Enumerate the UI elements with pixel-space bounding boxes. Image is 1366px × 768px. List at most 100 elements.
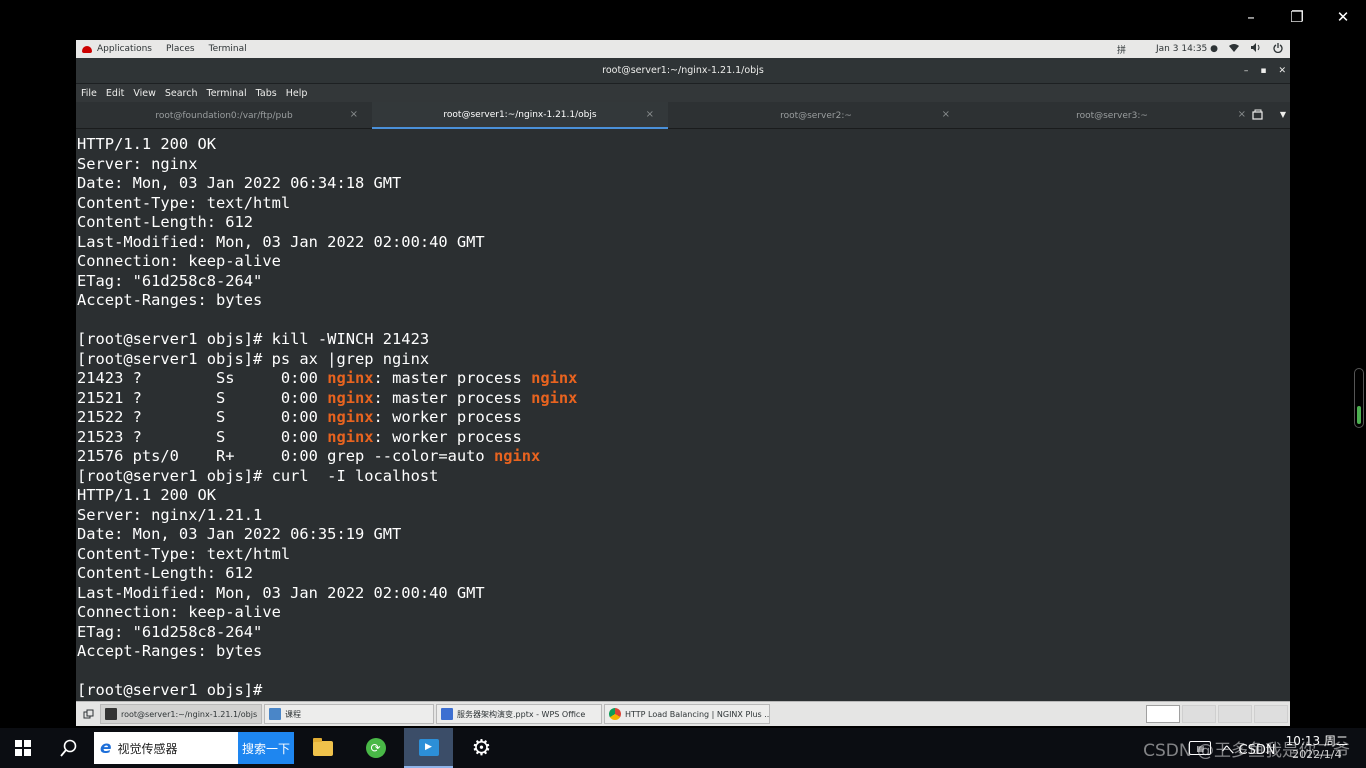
terminal-text: : worker process [373, 427, 522, 446]
taskbar-settings[interactable]: ⚙ [457, 728, 506, 768]
workspace-4[interactable] [1254, 705, 1288, 723]
menu-search[interactable]: Search [165, 88, 198, 99]
chrome-icon [609, 708, 621, 720]
windows-logo-icon [15, 740, 31, 756]
workspace-3[interactable] [1218, 705, 1252, 723]
terminal-line: [root@server1 objs]# curl -I localhost [77, 466, 438, 486]
tab-foundation0[interactable]: root@foundation0:/var/ftp/pub × [76, 102, 372, 129]
tab-server2[interactable]: root@server2:~ × [668, 102, 964, 129]
grep-match: nginx [493, 447, 541, 465]
window-title: root@server1:~/nginx-1.21.1/objs [602, 65, 764, 76]
input-method-indicator[interactable]: 拼 [1117, 43, 1126, 56]
window-list-label: root@server1:~/nginx-1.21.1/objs [121, 709, 258, 719]
terminal-line: Last-Modified: Mon, 03 Jan 2022 02:00:40… [77, 232, 485, 252]
workspace-2[interactable] [1182, 705, 1216, 723]
player-minimize-button[interactable]: – [1228, 0, 1274, 34]
terminal-text: : master process [373, 388, 532, 407]
menu-file[interactable]: File [81, 88, 97, 99]
grep-match: nginx [327, 427, 374, 446]
menu-edit[interactable]: Edit [106, 88, 124, 99]
terminal-text: Content-Length: 612 [77, 213, 254, 231]
window-list-bar: root@server1:~/nginx-1.21.1/objs 课程 服务器架… [76, 701, 1290, 726]
tab-server3[interactable]: root@server3:~ × [964, 102, 1260, 129]
taskbar-browser[interactable]: ⟳ [351, 728, 400, 768]
player-window-controls: – ❐ ✕ [1228, 0, 1366, 34]
network-icon[interactable] [1228, 43, 1240, 55]
browser-icon: ⟳ [365, 738, 386, 758]
grep-match: nginx [327, 388, 374, 407]
redhat-icon [82, 45, 92, 53]
applications-label: Applications [97, 44, 152, 54]
terminal-text: Content-Type: text/html [77, 544, 291, 563]
menu-help[interactable]: Help [286, 88, 308, 99]
terminal-text: Server: nginx [77, 154, 198, 173]
taskbar-file-explorer[interactable] [298, 728, 347, 768]
terminal-line: 21522 ? S 0:00 nginx: worker process [77, 407, 522, 427]
terminal-line: Date: Mon, 03 Jan 2022 06:34:18 GMT [77, 173, 401, 193]
terminal-text: Server: nginx/1.21.1 [77, 505, 263, 524]
terminal-line: Last-Modified: Mon, 03 Jan 2022 02:00:40… [77, 583, 485, 603]
terminal-text: Last-Modified: Mon, 03 Jan 2022 02:00:40… [77, 583, 485, 602]
player-close-button[interactable]: ✕ [1320, 0, 1366, 34]
clock[interactable]: Jan 3 14:35 ● [1156, 44, 1218, 54]
show-desktop-icon[interactable] [76, 702, 100, 727]
tab-close-icon[interactable]: × [646, 109, 654, 120]
menu-tabs[interactable]: Tabs [256, 88, 277, 99]
terminal-tabs: root@foundation0:/var/ftp/pub × root@ser… [76, 102, 1290, 129]
places-menu[interactable]: Places [166, 44, 195, 54]
terminal-titlebar: root@server1:~/nginx-1.21.1/objs – ▪ ✕ [76, 58, 1290, 84]
csdn-watermark: CSDN @王多鱼我是你二爷 [1143, 741, 1350, 761]
terminal-text: Content-Type: text/html [77, 193, 291, 212]
window-list-label: 课程 [285, 709, 301, 719]
menu-view[interactable]: View [133, 88, 156, 99]
grep-match: nginx [531, 388, 578, 407]
search-button[interactable]: 搜索一下 [238, 732, 294, 764]
window-list-label: 服务器架构演变.pptx - WPS Office [457, 709, 586, 719]
taskbar-video-player[interactable]: ▶ [404, 728, 453, 768]
terminal-line: Accept-Ranges: bytes [77, 290, 262, 310]
search-icon[interactable] [46, 728, 92, 768]
workspace-1[interactable] [1146, 705, 1180, 723]
player-volume-scrollbar[interactable] [1354, 368, 1364, 428]
terminal-line: Content-Type: text/html [77, 193, 290, 213]
terminal-line: [root@server1 objs]# ps ax |grep nginx [77, 349, 429, 369]
window-list-item[interactable]: HTTP Load Balancing | NGINX Plus ... [604, 704, 770, 724]
tab-close-icon[interactable]: × [942, 109, 950, 120]
tab-server1[interactable]: root@server1:~/nginx-1.21.1/objs × [372, 102, 668, 129]
places-label: Places [165, 44, 195, 54]
window-list-item[interactable]: 课程 [264, 704, 434, 724]
terminal-app-label: Terminal [208, 44, 247, 54]
terminal-text: HTTP/1.1 200 OK [77, 486, 216, 504]
terminal-text: 21521 ? S 0:00 [77, 388, 328, 407]
terminal-text: ETag: "61d258c8-264" [77, 271, 263, 290]
gear-icon: ⚙ [471, 735, 492, 761]
scrollbar-thumb[interactable] [1357, 406, 1361, 424]
window-minimize-button[interactable]: – [1244, 66, 1249, 76]
window-close-button[interactable]: ✕ [1278, 66, 1286, 76]
terminal-text: Accept-Ranges: bytes [77, 291, 263, 309]
applications-menu[interactable]: Applications [82, 44, 152, 54]
window-list-item[interactable]: 服务器架构演变.pptx - WPS Office [436, 704, 602, 724]
terminal-line: Accept-Ranges: bytes [77, 641, 262, 661]
new-tab-icon[interactable] [1252, 109, 1264, 123]
tab-label: root@foundation0:/var/ftp/pub [155, 110, 293, 121]
tab-close-icon[interactable]: × [350, 109, 358, 120]
wps-icon [441, 708, 453, 720]
window-maximize-button[interactable]: ▪ [1260, 66, 1266, 76]
menu-terminal[interactable]: Terminal [207, 88, 247, 99]
terminal-output[interactable]: HTTP/1.1 200 OK Server: nginx Date: Mon, 0… [76, 131, 1290, 701]
terminal-line: ETag: "61d258c8-264" [77, 271, 262, 291]
power-icon[interactable] [1272, 42, 1284, 56]
search-input[interactable]: e 视觉传感器 [94, 732, 238, 764]
window-list-item[interactable]: root@server1:~/nginx-1.21.1/objs [100, 704, 262, 724]
terminal-text: : master process [373, 369, 532, 387]
tab-list-dropdown-icon[interactable]: ▼ [1280, 110, 1286, 119]
vm-screen: Applications Places Terminal 拼 Jan 3 14:… [76, 40, 1290, 726]
tab-label: root@server1:~/nginx-1.21.1/objs [443, 109, 597, 120]
start-button[interactable] [0, 728, 46, 768]
player-restore-button[interactable]: ❐ [1274, 0, 1320, 34]
terminal-text: [root@server1 objs]# [77, 681, 263, 699]
terminal-app-menu[interactable]: Terminal [209, 44, 247, 54]
tab-close-icon[interactable]: × [1238, 109, 1246, 120]
volume-icon[interactable] [1250, 43, 1262, 55]
